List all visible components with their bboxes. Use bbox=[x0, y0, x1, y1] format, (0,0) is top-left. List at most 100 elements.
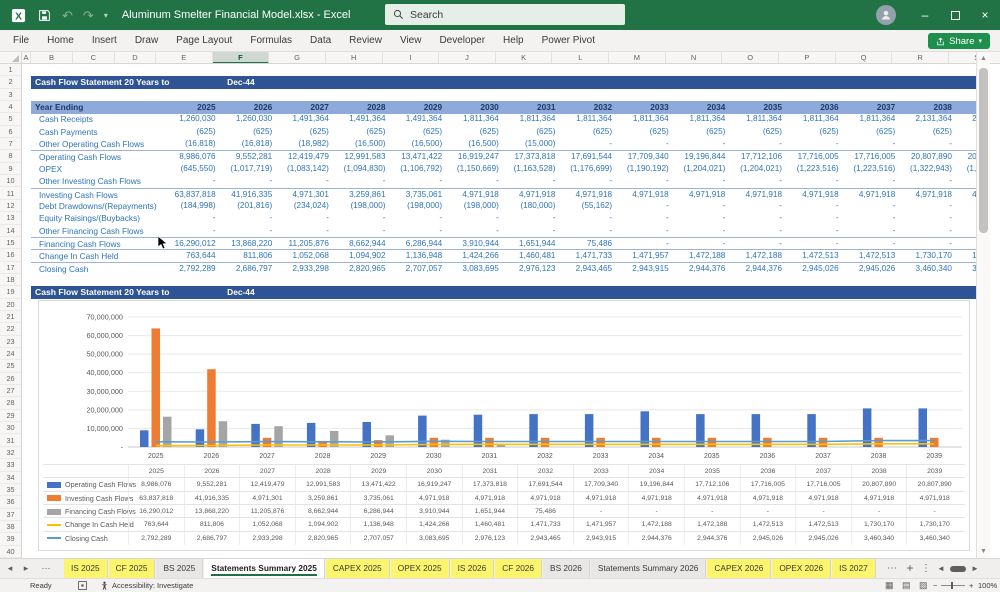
table-cell[interactable]: - bbox=[901, 175, 958, 187]
table-cell[interactable]: (1,163,528) bbox=[505, 163, 562, 175]
row-header-26[interactable]: 26 bbox=[0, 373, 21, 386]
ribbon-tab-help[interactable]: Help bbox=[494, 30, 533, 52]
zoom-slider[interactable] bbox=[941, 585, 965, 586]
table-cell[interactable]: - bbox=[165, 175, 222, 187]
row-label[interactable]: Debt Drawdowns/(Repayments) bbox=[39, 200, 157, 212]
row-header-21[interactable]: 21 bbox=[0, 311, 21, 324]
row-header-15[interactable]: 15 bbox=[0, 237, 21, 250]
table-cell[interactable]: - bbox=[618, 175, 675, 187]
table-cell[interactable]: 1,811,364 bbox=[845, 113, 902, 125]
table-cell[interactable]: (1,094,830) bbox=[335, 163, 392, 175]
table-cell[interactable]: 1,260,030 bbox=[165, 113, 222, 125]
row-header-18[interactable]: 18 bbox=[0, 274, 21, 287]
row-header-24[interactable]: 24 bbox=[0, 348, 21, 361]
table-cell[interactable]: 2,131,364 bbox=[958, 113, 976, 125]
table-cell[interactable]: - bbox=[505, 225, 562, 237]
table-cell[interactable]: (1,106,792) bbox=[392, 163, 449, 175]
column-header-O[interactable]: O bbox=[722, 52, 780, 63]
macro-record-icon[interactable] bbox=[78, 579, 87, 592]
vertical-scrollbar[interactable]: ▲ ▼ bbox=[976, 52, 990, 558]
row-header-28[interactable]: 28 bbox=[0, 397, 21, 410]
column-header-J[interactable]: J bbox=[439, 52, 496, 63]
year-header-cell[interactable]: 2028 bbox=[335, 101, 392, 114]
table-cell[interactable]: - bbox=[845, 212, 902, 224]
table-cell[interactable]: (625) bbox=[165, 126, 222, 138]
table-cell[interactable]: (15,000) bbox=[505, 138, 562, 150]
row-header-32[interactable]: 32 bbox=[0, 447, 21, 460]
table-cell[interactable]: 1,491,364 bbox=[335, 113, 392, 125]
table-cell[interactable]: - bbox=[788, 212, 845, 224]
column-header-Q[interactable]: Q bbox=[836, 52, 893, 63]
year-header-cell[interactable]: 2025 bbox=[165, 101, 222, 114]
table-cell[interactable]: - bbox=[561, 175, 618, 187]
year-header-cell[interactable]: 2034 bbox=[675, 101, 732, 114]
table-cell[interactable]: 2,131,364 bbox=[901, 113, 958, 125]
table-cell[interactable]: 2,686,797 bbox=[222, 263, 279, 275]
table-cell[interactable]: - bbox=[505, 212, 562, 224]
table-cell[interactable]: 1,811,364 bbox=[788, 113, 845, 125]
table-cell[interactable]: - bbox=[901, 212, 958, 224]
table-cell[interactable]: - bbox=[392, 175, 449, 187]
row-header-17[interactable]: 17 bbox=[0, 262, 21, 274]
table-cell[interactable]: - bbox=[222, 225, 279, 237]
table-cell[interactable]: - bbox=[731, 138, 788, 150]
table-cell[interactable]: - bbox=[675, 212, 732, 224]
year-header-cell[interactable]: 2027 bbox=[278, 101, 335, 114]
row-header-30[interactable]: 30 bbox=[0, 422, 21, 435]
column-header-K[interactable]: K bbox=[496, 52, 553, 63]
sheet-tab-capex-2026[interactable]: CAPEX 2026 bbox=[707, 559, 772, 578]
table-cell[interactable]: - bbox=[618, 212, 675, 224]
tab-nav-right-icon[interactable]: ▸ bbox=[18, 559, 34, 578]
table-cell[interactable]: - bbox=[731, 212, 788, 224]
table-cell[interactable]: (1,322,943) bbox=[958, 163, 976, 175]
table-cell[interactable]: - bbox=[675, 175, 732, 187]
column-header-P[interactable]: P bbox=[779, 52, 836, 63]
table-cell[interactable]: 2,944,376 bbox=[675, 263, 732, 275]
ribbon-tab-power-pivot[interactable]: Power Pivot bbox=[533, 30, 604, 52]
table-cell[interactable]: (16,500) bbox=[448, 138, 505, 150]
table-cell[interactable]: 1,491,364 bbox=[392, 113, 449, 125]
ribbon-tab-page-layout[interactable]: Page Layout bbox=[167, 30, 241, 52]
ribbon-tab-data[interactable]: Data bbox=[301, 30, 340, 52]
more-sheets-icon[interactable]: ⋯ bbox=[884, 559, 900, 578]
year-header-cell[interactable]: 2035 bbox=[731, 101, 788, 114]
table-cell[interactable]: (1,223,516) bbox=[845, 163, 902, 175]
table-cell[interactable]: - bbox=[958, 138, 976, 150]
row-header-29[interactable]: 29 bbox=[0, 410, 21, 423]
table-cell[interactable]: - bbox=[561, 212, 618, 224]
sheet-tab-is-2026[interactable]: IS 2026 bbox=[450, 559, 495, 578]
table-cell[interactable]: (625) bbox=[335, 126, 392, 138]
table-cell[interactable]: 2,945,026 bbox=[788, 263, 845, 275]
table-cell[interactable]: - bbox=[958, 212, 976, 224]
page-break-view-icon[interactable]: ▨ bbox=[919, 579, 928, 592]
accessibility-status[interactable]: Accessibility: Investigate bbox=[112, 579, 193, 592]
year-header-cell[interactable]: 2038 bbox=[901, 101, 958, 114]
table-cell[interactable]: 2,820,965 bbox=[335, 263, 392, 275]
table-cell[interactable]: 3,460,340 bbox=[958, 263, 976, 275]
year-header-cell[interactable]: 2030 bbox=[448, 101, 505, 114]
row-header-2[interactable]: 2 bbox=[0, 76, 21, 89]
row-header-34[interactable]: 34 bbox=[0, 472, 21, 484]
table-cell[interactable]: (1,083,142) bbox=[278, 163, 335, 175]
ribbon-tab-file[interactable]: File bbox=[4, 30, 38, 52]
table-cell[interactable]: 3,460,340 bbox=[901, 263, 958, 275]
zoom-in-button[interactable]: + bbox=[969, 579, 973, 592]
year-header-cell[interactable]: 2032 bbox=[561, 101, 618, 114]
table-cell[interactable]: (180,000) bbox=[505, 200, 562, 212]
table-cell[interactable]: - bbox=[845, 225, 902, 237]
table-cell[interactable]: - bbox=[618, 138, 675, 150]
table-cell[interactable]: - bbox=[392, 225, 449, 237]
table-cell[interactable]: 1,491,364 bbox=[278, 113, 335, 125]
page-layout-view-icon[interactable]: ▤ bbox=[902, 579, 911, 592]
table-cell[interactable]: 1,811,364 bbox=[675, 113, 732, 125]
table-cell[interactable]: - bbox=[958, 225, 976, 237]
table-cell[interactable]: 2,976,123 bbox=[505, 263, 562, 275]
sheet-tab-capex-2025[interactable]: CAPEX 2025 bbox=[325, 559, 390, 578]
table-cell[interactable]: 2,945,026 bbox=[845, 263, 902, 275]
ribbon-tab-review[interactable]: Review bbox=[340, 30, 391, 52]
select-all-corner[interactable] bbox=[0, 52, 22, 63]
column-header-N[interactable]: N bbox=[666, 52, 723, 63]
vertical-scrollbar-thumb[interactable] bbox=[979, 68, 988, 233]
row-header-37[interactable]: 37 bbox=[0, 509, 21, 521]
row-header-1[interactable]: 1 bbox=[0, 64, 21, 77]
